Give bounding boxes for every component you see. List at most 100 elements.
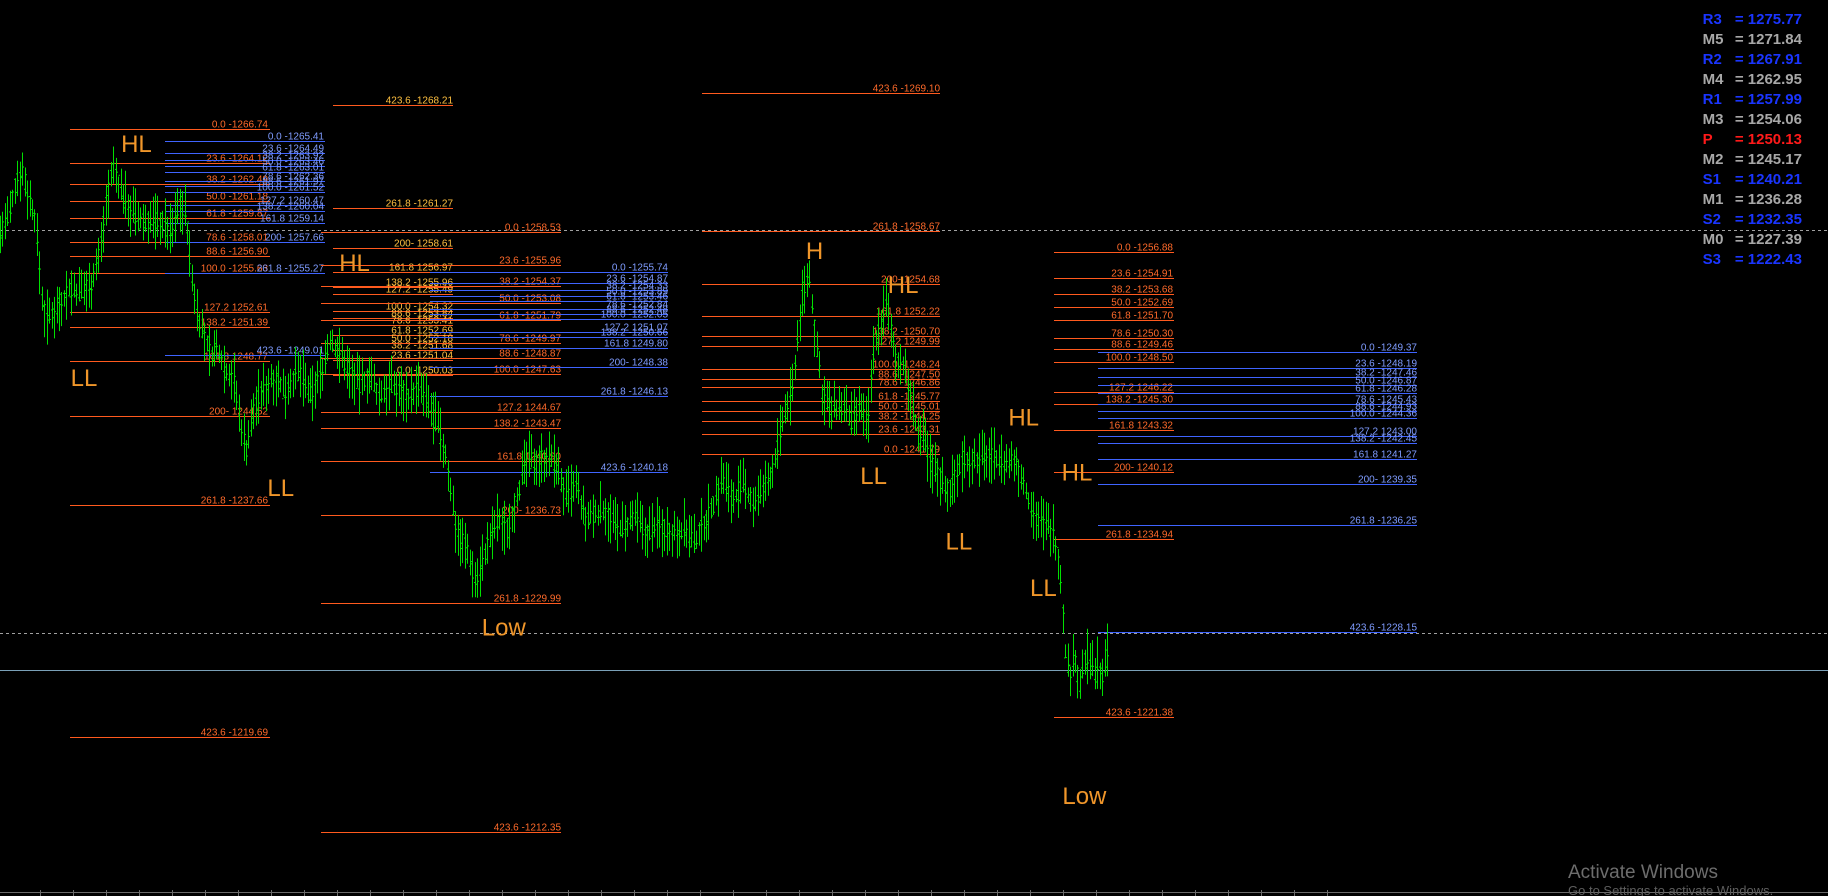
- pivot-row-r2: R2 = 1267.91: [1703, 50, 1802, 70]
- candle: [862, 393, 865, 437]
- candle: [336, 336, 339, 369]
- candle: [621, 501, 624, 538]
- pivot-key: S1: [1702, 171, 1722, 188]
- candle: [1032, 491, 1035, 540]
- candle: [985, 445, 988, 478]
- candle: [0, 215, 2, 254]
- candle: [821, 384, 824, 416]
- candle: [466, 533, 469, 564]
- candle: [1037, 501, 1040, 539]
- candle: [361, 357, 364, 396]
- candle: [474, 562, 477, 598]
- pivot-row-m2: M2 = 1245.17: [1703, 150, 1802, 170]
- candle: [1099, 662, 1102, 690]
- candle: [454, 511, 457, 553]
- pivot-value: 1236.28: [1747, 191, 1802, 208]
- candle: [422, 374, 425, 417]
- fib-label: 261.8 -1229.99: [494, 594, 562, 605]
- fib-label: 200- 1258.61: [394, 239, 453, 250]
- candle: [941, 456, 944, 494]
- candle: [1022, 467, 1025, 495]
- candle: [373, 363, 376, 392]
- candle: [607, 502, 610, 542]
- fib-label: 423.6 -1240.18: [601, 463, 669, 474]
- candle: [385, 375, 388, 416]
- candle: [1081, 649, 1084, 679]
- candle: [584, 506, 587, 542]
- fib-label: 423.6 -1212.35: [494, 823, 562, 834]
- candle: [978, 433, 981, 487]
- fib-label: 0.0 -1256.88: [1117, 243, 1174, 254]
- candle: [845, 385, 848, 422]
- pivot-equals: =: [1730, 91, 1748, 108]
- candle: [97, 237, 100, 273]
- pivot-row-m0: M0 = 1227.39: [1703, 230, 1802, 250]
- fib-label: 78.6 -1250.30: [1111, 329, 1173, 340]
- fib-label: 127.2 1252.61: [204, 303, 268, 314]
- candle: [56, 286, 59, 324]
- candle: [420, 373, 423, 404]
- candle: [370, 356, 373, 391]
- fib-label: 261.8 -1258.67: [873, 222, 941, 233]
- candle: [1040, 495, 1043, 538]
- candle: [961, 441, 964, 493]
- pivot-value: 1262.95: [1747, 71, 1802, 88]
- candle: [644, 517, 647, 557]
- candle: [188, 230, 191, 277]
- pivot-value: 1227.39: [1747, 231, 1802, 248]
- candle: [939, 467, 942, 506]
- candle: [51, 301, 54, 329]
- candle: [461, 517, 464, 564]
- candle: [646, 524, 649, 558]
- fib-label: 423.6 -1221.38: [1106, 708, 1174, 719]
- candle: [685, 519, 688, 548]
- candle: [707, 483, 710, 540]
- pivot-equals: =: [1730, 191, 1748, 208]
- candle: [936, 458, 939, 497]
- candle: [506, 517, 509, 548]
- pivot-equals: =: [1730, 151, 1748, 168]
- candle: [375, 382, 378, 405]
- candle: [107, 169, 110, 219]
- fib-label: 138.2 -1251.39: [201, 318, 269, 329]
- candle: [712, 496, 715, 516]
- candle: [272, 369, 275, 406]
- candle: [1030, 492, 1033, 528]
- price-chart[interactable]: 0.0 -1266.7423.6 -1264.1238.2 -1262.4950…: [0, 0, 1828, 896]
- candle: [405, 371, 408, 423]
- candle: [1008, 448, 1011, 479]
- candle: [486, 522, 489, 564]
- fib-label: 38.2 -1254.37: [499, 277, 561, 288]
- fib-label: 23.6 -1254.91: [1111, 269, 1173, 280]
- candle: [275, 365, 278, 407]
- fib-label: 423.6 -1219.69: [201, 728, 269, 739]
- candle: [166, 216, 169, 250]
- fib-label: 100.0 -1244.36: [1350, 409, 1418, 420]
- candle: [993, 427, 996, 480]
- candle: [90, 274, 93, 310]
- candle: [653, 517, 656, 538]
- candle: [823, 376, 826, 426]
- pivot-key: M1: [1702, 191, 1724, 208]
- pivot-value: 1232.35: [1747, 211, 1802, 228]
- candle: [767, 462, 770, 496]
- candle: [351, 354, 354, 399]
- fib-label: 161.8 1256.97: [389, 263, 453, 274]
- candle: [1057, 547, 1060, 580]
- candle: [776, 418, 779, 469]
- candle: [580, 495, 583, 520]
- fib-label: 261.8 -1246.13: [601, 387, 669, 398]
- candle: [260, 380, 263, 410]
- candle: [262, 362, 265, 406]
- candle: [953, 459, 956, 503]
- candle: [137, 201, 140, 232]
- candle: [1049, 518, 1052, 557]
- candle: [481, 534, 484, 581]
- candle: [1003, 450, 1006, 485]
- pivot-value: 1271.84: [1747, 31, 1802, 48]
- candle: [597, 504, 600, 526]
- candle: [1005, 444, 1008, 473]
- candle: [388, 361, 391, 411]
- candle: [78, 267, 81, 302]
- candle: [225, 363, 228, 381]
